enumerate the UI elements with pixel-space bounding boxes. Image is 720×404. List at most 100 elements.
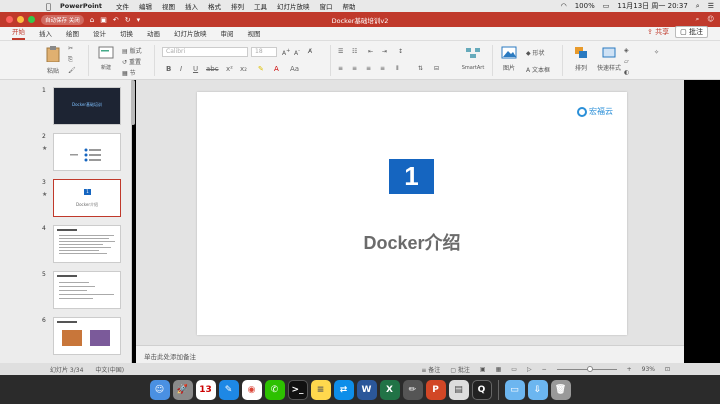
comments-toggle[interactable]: ▢ 批注 (450, 365, 470, 374)
slide-thumbnail-5[interactable] (53, 271, 121, 309)
undo-icon[interactable]: ↶ (113, 16, 119, 24)
powerpoint-icon[interactable]: P (425, 379, 446, 400)
picture-button[interactable]: 图片 (498, 46, 520, 72)
underline-icon[interactable]: U (193, 65, 198, 73)
slide-thumbnail-6[interactable] (53, 317, 121, 355)
slide-thumbnail-2[interactable] (53, 133, 121, 171)
bullets-icon[interactable]: ☰ (338, 48, 343, 55)
quick-styles-button[interactable]: 快速样式 (596, 46, 622, 72)
shape-outline-icon[interactable]: ▱ (624, 58, 629, 65)
tab-view[interactable]: 视图 (248, 28, 261, 40)
account-icon[interactable]: ☺ (707, 15, 714, 24)
pencil-icon[interactable]: ✏ (402, 379, 423, 400)
zoom-in-icon[interactable]: + (627, 366, 632, 373)
design-ideas-icon[interactable]: ✧ (654, 49, 659, 56)
section-number[interactable]: 1 (389, 159, 434, 194)
share-button[interactable]: ⇪ 共享 (647, 27, 669, 37)
save-icon[interactable]: ▣ (100, 16, 107, 24)
section-button[interactable]: ▦ 节 (122, 68, 136, 77)
xcode-icon[interactable]: ✎ (218, 379, 239, 400)
italic-icon[interactable]: I (180, 65, 182, 73)
search-icon[interactable]: ⌕ (696, 2, 700, 11)
zoom-window-button[interactable] (28, 16, 35, 23)
menu-tools[interactable]: 工具 (254, 1, 267, 11)
justify-icon[interactable]: ≡ (380, 65, 385, 72)
normal-view-icon[interactable]: ▣ (480, 366, 486, 373)
zoom-slider-knob[interactable] (586, 365, 593, 372)
menu-file[interactable]: 文件 (116, 1, 129, 11)
align-right-icon[interactable]: ≡ (366, 65, 371, 72)
clock[interactable]: 11月13日 周一 20:37 (617, 1, 687, 11)
superscript-icon[interactable]: x² (226, 65, 233, 73)
language-indicator[interactable]: 中文(中国) (95, 365, 124, 374)
menu-window[interactable]: 窗口 (320, 1, 333, 11)
copy-icon[interactable]: ⎘ (68, 56, 73, 64)
tab-design[interactable]: 设计 (93, 28, 106, 40)
folder-icon[interactable]: ▭ (504, 379, 525, 400)
tab-animations[interactable]: 动画 (147, 28, 160, 40)
preview-icon[interactable]: ▤ (448, 379, 469, 400)
font-shrink-icon[interactable]: A- (294, 48, 300, 57)
font-grow-icon[interactable]: A+ (282, 48, 290, 57)
font-name-select[interactable]: Calibri (162, 47, 248, 57)
terminal-icon[interactable]: >_ (287, 379, 308, 400)
arrange-button[interactable]: 排列 (570, 46, 592, 72)
word-icon[interactable]: W (356, 379, 377, 400)
layout-button[interactable]: ▤ 版式 (122, 46, 142, 55)
line-spacing-icon[interactable]: ↕ (398, 48, 403, 55)
trash-icon[interactable]: 🗑 (550, 379, 571, 400)
align-left-icon[interactable]: ≡ (338, 65, 343, 72)
menu-edit[interactable]: 编辑 (139, 1, 152, 11)
change-case-icon[interactable]: Aa (290, 65, 299, 73)
control-center-icon[interactable]: ☰ (708, 2, 714, 10)
increase-indent-icon[interactable]: ⇥ (382, 48, 387, 55)
menu-format[interactable]: 格式 (208, 1, 221, 11)
convert-smartart-button[interactable]: SmartArt (458, 46, 488, 71)
format-painter-icon[interactable]: 🖌 (68, 67, 76, 74)
current-slide[interactable]: 宏福云 1 Docker介绍 (197, 92, 627, 335)
apple-icon[interactable]:  (46, 2, 60, 11)
wechat-icon[interactable]: ✆ (264, 379, 285, 400)
autosave-toggle[interactable]: 自动保存 关闭 (41, 14, 84, 25)
chrome-icon[interactable]: ◉ (241, 379, 262, 400)
font-size-select[interactable]: 18 (251, 47, 277, 57)
slideshow-view-icon[interactable]: ▷ (527, 366, 532, 373)
menu-app-name[interactable]: PowerPoint (60, 2, 102, 10)
clear-format-icon[interactable]: A̸ (308, 48, 312, 55)
zoom-out-icon[interactable]: − (542, 366, 547, 373)
teamviewer-icon[interactable]: ⇄ (333, 379, 354, 400)
tab-transitions[interactable]: 切换 (120, 28, 133, 40)
align-text-icon[interactable]: ⊟ (434, 65, 439, 72)
battery-icon[interactable]: ▭ (603, 2, 610, 10)
text-direction-icon[interactable]: ⇅ (418, 65, 423, 72)
launchpad-icon[interactable]: 🚀 (172, 379, 193, 400)
tab-home[interactable]: 开始 (12, 26, 25, 40)
slide-thumbnail-3[interactable]: 1 Docker介绍 (53, 179, 121, 217)
notes-pane[interactable]: 单击此处添加备注 (136, 345, 684, 363)
slide-title[interactable]: Docker介绍 (197, 229, 627, 255)
calendar-icon[interactable]: 13 (195, 379, 216, 400)
notes-icon[interactable]: ≡ (310, 379, 331, 400)
tab-review[interactable]: 审阅 (221, 28, 234, 40)
align-center-icon[interactable]: ≡ (352, 65, 357, 72)
strikethrough-icon[interactable]: abc (206, 65, 219, 73)
close-window-button[interactable] (6, 16, 13, 23)
zoom-level[interactable]: 93% (642, 366, 655, 373)
slide-thumbnail-1[interactable]: Docker基础培训 (53, 87, 121, 125)
subscript-icon[interactable]: x₂ (240, 65, 247, 73)
zoom-slider[interactable] (556, 365, 617, 372)
sorter-view-icon[interactable]: ▦ (496, 366, 502, 373)
menu-insert[interactable]: 插入 (185, 1, 198, 11)
columns-icon[interactable]: ⫴ (396, 65, 399, 73)
excel-icon[interactable]: X (379, 379, 400, 400)
wifi-icon[interactable]: ◠ (561, 2, 567, 10)
reset-button[interactable]: ↺ 重置 (122, 57, 141, 66)
new-slide-button[interactable]: 新建 (94, 46, 118, 71)
textbox-button[interactable]: A 文本框 (526, 65, 550, 74)
comments-button[interactable]: ▢ 批注 (675, 26, 708, 38)
finder-icon[interactable]: ☺ (149, 379, 170, 400)
bold-icon[interactable]: B (166, 65, 171, 73)
quicktime-icon[interactable]: Q (471, 379, 492, 400)
decrease-indent-icon[interactable]: ⇤ (368, 48, 373, 55)
tab-insert[interactable]: 插入 (39, 28, 52, 40)
